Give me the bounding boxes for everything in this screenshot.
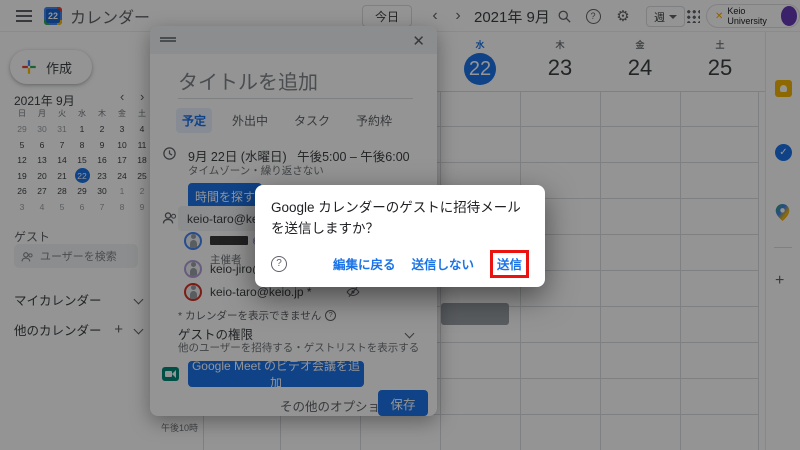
annotation-highlight-box: 送信 (490, 250, 529, 278)
dont-send-button[interactable]: 送信しない (411, 254, 474, 273)
back-to-edit-button[interactable]: 編集に戻る (333, 254, 396, 273)
google-calendar-app: 22 カレンダー 今日 ‹ › 2021年 9月 ? ⚙ 週 ✕ Keio Un… (0, 0, 800, 450)
send-invitation-confirm-dialog: Google カレンダーのゲストに招待メールを送信しますか？ ? 編集に戻る 送… (255, 185, 545, 287)
confirm-message: Google カレンダーのゲストに招待メールを送信しますか？ (271, 198, 529, 240)
send-button[interactable]: 送信 (497, 258, 522, 272)
help-icon[interactable]: ? (271, 256, 287, 272)
